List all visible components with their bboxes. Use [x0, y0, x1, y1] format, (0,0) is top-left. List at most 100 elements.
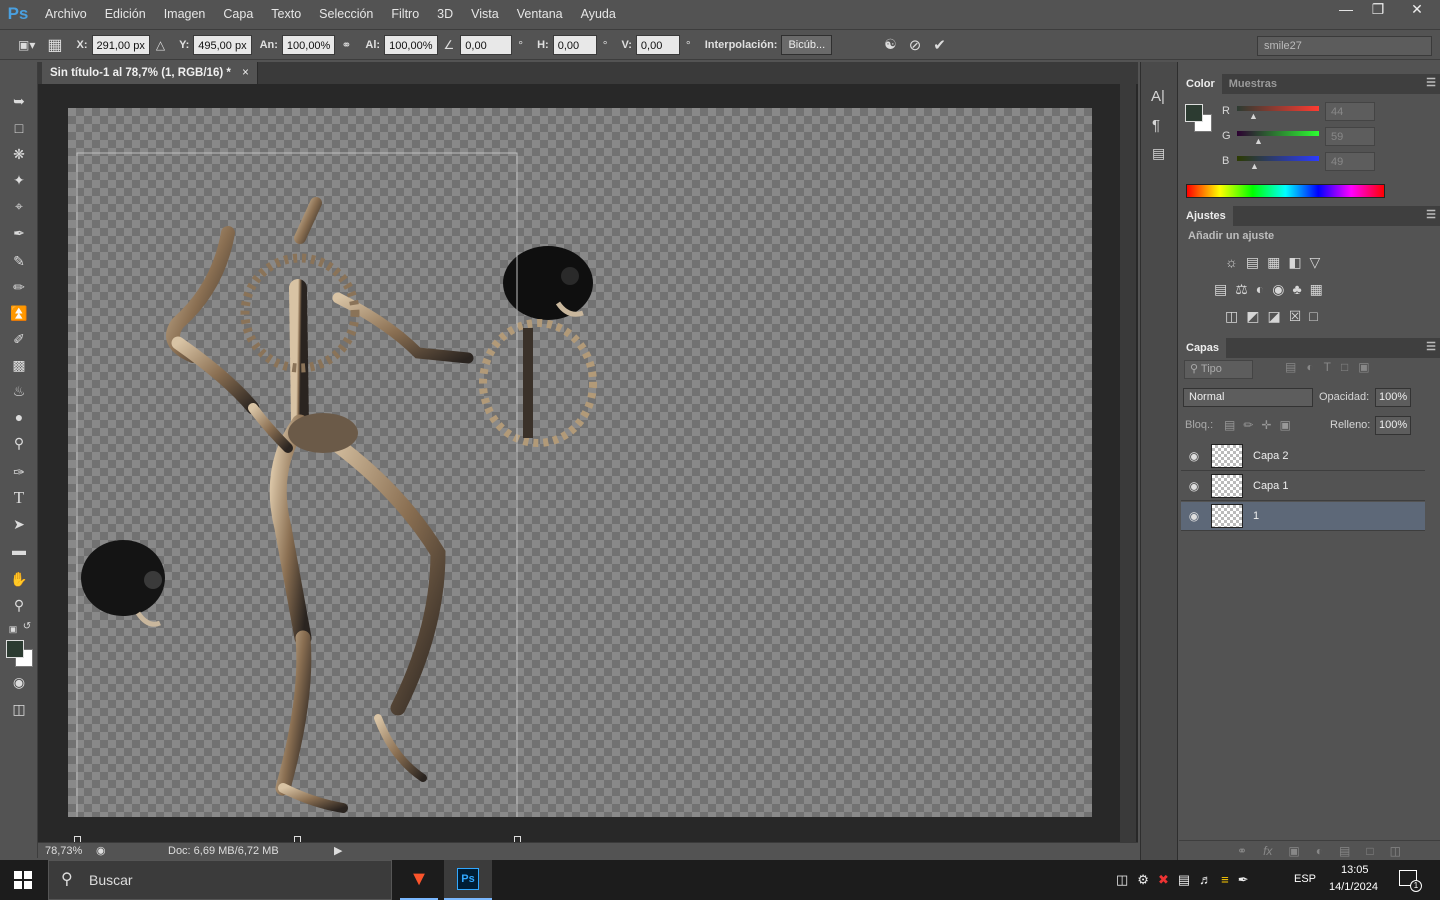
foreground-color-swatch[interactable]	[6, 640, 24, 658]
magic-wand-tool-icon[interactable]: ✦	[8, 169, 30, 191]
slider-g[interactable]	[1237, 131, 1319, 136]
visibility-eye-icon[interactable]: ◉	[1181, 449, 1207, 463]
width-field[interactable]: 100,00%	[281, 34, 336, 55]
interpolation-select[interactable]: Bicúb...	[781, 34, 833, 55]
clone-stamp-tool-icon[interactable]: ⏫	[8, 302, 30, 324]
new-group-icon[interactable]: ▤	[1339, 844, 1350, 858]
blur-tool-icon[interactable]: ●	[8, 406, 30, 428]
brush-tool-icon[interactable]: ✏	[8, 276, 30, 298]
warp-mode-icon[interactable]: ☯	[884, 36, 897, 53]
marquee-tool-icon[interactable]: □	[8, 117, 30, 139]
eraser-tool-icon[interactable]: ▩	[8, 354, 30, 376]
visibility-eye-icon[interactable]: ◉	[1181, 509, 1207, 523]
slider-r-thumb[interactable]: ▲	[1249, 111, 1258, 121]
menu-3d[interactable]: 3D	[428, 0, 462, 28]
usb-icon[interactable]: ◫	[1116, 872, 1128, 888]
layer-row[interactable]: ◉ Capa 2	[1181, 442, 1425, 471]
lock-position-icon[interactable]: ✛	[1261, 418, 1271, 432]
channel-r-value[interactable]: 44	[1325, 102, 1375, 121]
layer-style-icon[interactable]: fx	[1263, 844, 1272, 858]
commit-transform-icon[interactable]: ✔	[933, 36, 946, 54]
clock-date[interactable]: 14/1/2024	[1329, 881, 1378, 893]
menu-archivo[interactable]: Archivo	[36, 0, 96, 28]
restore-icon[interactable]: ❐	[1362, 0, 1394, 20]
crop-tool-icon[interactable]: ⌖	[8, 195, 30, 217]
menu-ventana[interactable]: Ventana	[508, 0, 572, 28]
delta-icon[interactable]: △	[156, 38, 165, 52]
tray-yellow-icon[interactable]: ≡	[1221, 872, 1229, 888]
selective-color-icon[interactable]: ☒	[1289, 308, 1302, 325]
layer-filter-select[interactable]: ⚲ Tipo	[1184, 360, 1253, 379]
menu-vista[interactable]: Vista	[462, 0, 508, 28]
status-info-icon[interactable]: ◉	[96, 843, 106, 860]
type-tool-icon[interactable]: T	[8, 487, 30, 509]
lock-image-icon[interactable]: ✏	[1243, 418, 1253, 432]
tab-capas[interactable]: Capas	[1179, 338, 1227, 358]
paragraph-panel-icon[interactable]: ¶	[1152, 117, 1160, 134]
hue-saturation-icon[interactable]: ▤	[1214, 281, 1227, 298]
exposure-icon[interactable]: ◧	[1288, 254, 1301, 271]
curves-icon[interactable]: ▦	[1267, 254, 1280, 271]
delete-layer-icon[interactable]: ◫	[1390, 844, 1401, 858]
cancel-transform-icon[interactable]: ⊘	[909, 36, 922, 54]
hskew-field[interactable]: 0,00	[552, 34, 597, 55]
swap-colors-icon[interactable]: ↺	[16, 616, 38, 638]
tray-app-icon[interactable]: ⚙	[1137, 872, 1149, 888]
x-position-field[interactable]: 291,00 px	[91, 34, 150, 55]
lasso-tool-icon[interactable]: ❋	[8, 143, 30, 165]
add-mask-icon[interactable]: ▣	[1288, 844, 1299, 858]
properties-panel-icon[interactable]: ▤	[1152, 145, 1165, 162]
zoom-level[interactable]: 78,73%	[45, 843, 82, 860]
gradient-map-icon[interactable]: □	[1309, 308, 1317, 325]
vertical-scrollbar[interactable]	[1120, 84, 1136, 842]
slider-b-thumb[interactable]: ▲	[1250, 161, 1259, 171]
brightness-contrast-icon[interactable]: ☼	[1225, 254, 1238, 271]
tab-muestras[interactable]: Muestras	[1222, 74, 1284, 94]
screen-mode-icon[interactable]: ◫	[8, 698, 30, 720]
angle-field[interactable]: 0,00	[460, 34, 513, 55]
adjustments-menu-icon[interactable]: ☰	[1426, 208, 1436, 221]
zoom-tool-icon[interactable]: ⚲	[8, 594, 30, 616]
menu-edicion[interactable]: Edición	[96, 0, 155, 28]
link-layers-icon[interactable]: ⚭	[1237, 844, 1247, 858]
menu-ayuda[interactable]: Ayuda	[572, 0, 625, 28]
invert-icon[interactable]: ◫	[1225, 308, 1238, 325]
color-lookup-icon[interactable]: ▦	[1310, 281, 1323, 298]
document-canvas[interactable]	[68, 108, 1092, 817]
new-adjustment-icon[interactable]: ◐	[1316, 844, 1323, 858]
reference-point-icon[interactable]: ▦	[47, 35, 62, 55]
menu-imagen[interactable]: Imagen	[155, 0, 215, 28]
link-icon[interactable]: ⚭	[341, 38, 351, 52]
close-document-icon[interactable]: ×	[242, 67, 249, 79]
move-tool-preset-icon[interactable]: ▣▾	[18, 38, 35, 52]
visibility-eye-icon[interactable]: ◉	[1181, 479, 1207, 493]
filter-shape-icon[interactable]: □	[1341, 360, 1348, 374]
quick-mask-icon[interactable]: ◉	[8, 671, 30, 693]
filter-adjustment-icon[interactable]: ◐	[1306, 360, 1313, 374]
fill-field[interactable]: 100%	[1375, 416, 1411, 435]
filter-pixel-icon[interactable]: ▤	[1285, 360, 1296, 374]
close-icon[interactable]: ✕	[1394, 0, 1440, 20]
workspace-select[interactable]: smile27	[1257, 36, 1432, 56]
slider-g-thumb[interactable]: ▲	[1254, 136, 1263, 146]
tray-red-icon[interactable]: ✖	[1158, 872, 1169, 888]
menu-texto[interactable]: Texto	[262, 0, 310, 28]
tab-ajustes[interactable]: Ajustes	[1179, 206, 1233, 226]
photo-filter-icon[interactable]: ◉	[1272, 281, 1284, 298]
channel-b-value[interactable]: 49	[1325, 152, 1375, 171]
menu-filtro[interactable]: Filtro	[382, 0, 428, 28]
layer-row[interactable]: ◉ Capa 1	[1181, 472, 1425, 501]
threshold-icon[interactable]: ◪	[1267, 308, 1280, 325]
hand-tool-icon[interactable]: ✋	[8, 568, 30, 590]
panel-menu-icon[interactable]: ☰	[1426, 76, 1436, 89]
healing-brush-tool-icon[interactable]: ✎	[8, 250, 30, 272]
vibrance-icon[interactable]: ▽	[1310, 254, 1321, 271]
menu-seleccion[interactable]: Selección	[310, 0, 382, 28]
status-menu-arrow-icon[interactable]: ▶	[334, 843, 342, 860]
character-panel-icon[interactable]: A|	[1151, 88, 1165, 105]
eyedropper-tool-icon[interactable]: ✒	[8, 222, 30, 244]
pen-tool-icon[interactable]: ✑	[8, 461, 30, 483]
rectangle-tool-icon[interactable]: ▬	[8, 539, 30, 561]
filter-type-icon[interactable]: T	[1324, 360, 1331, 374]
taskbar-search[interactable]: ⚲ Buscar	[48, 860, 392, 900]
